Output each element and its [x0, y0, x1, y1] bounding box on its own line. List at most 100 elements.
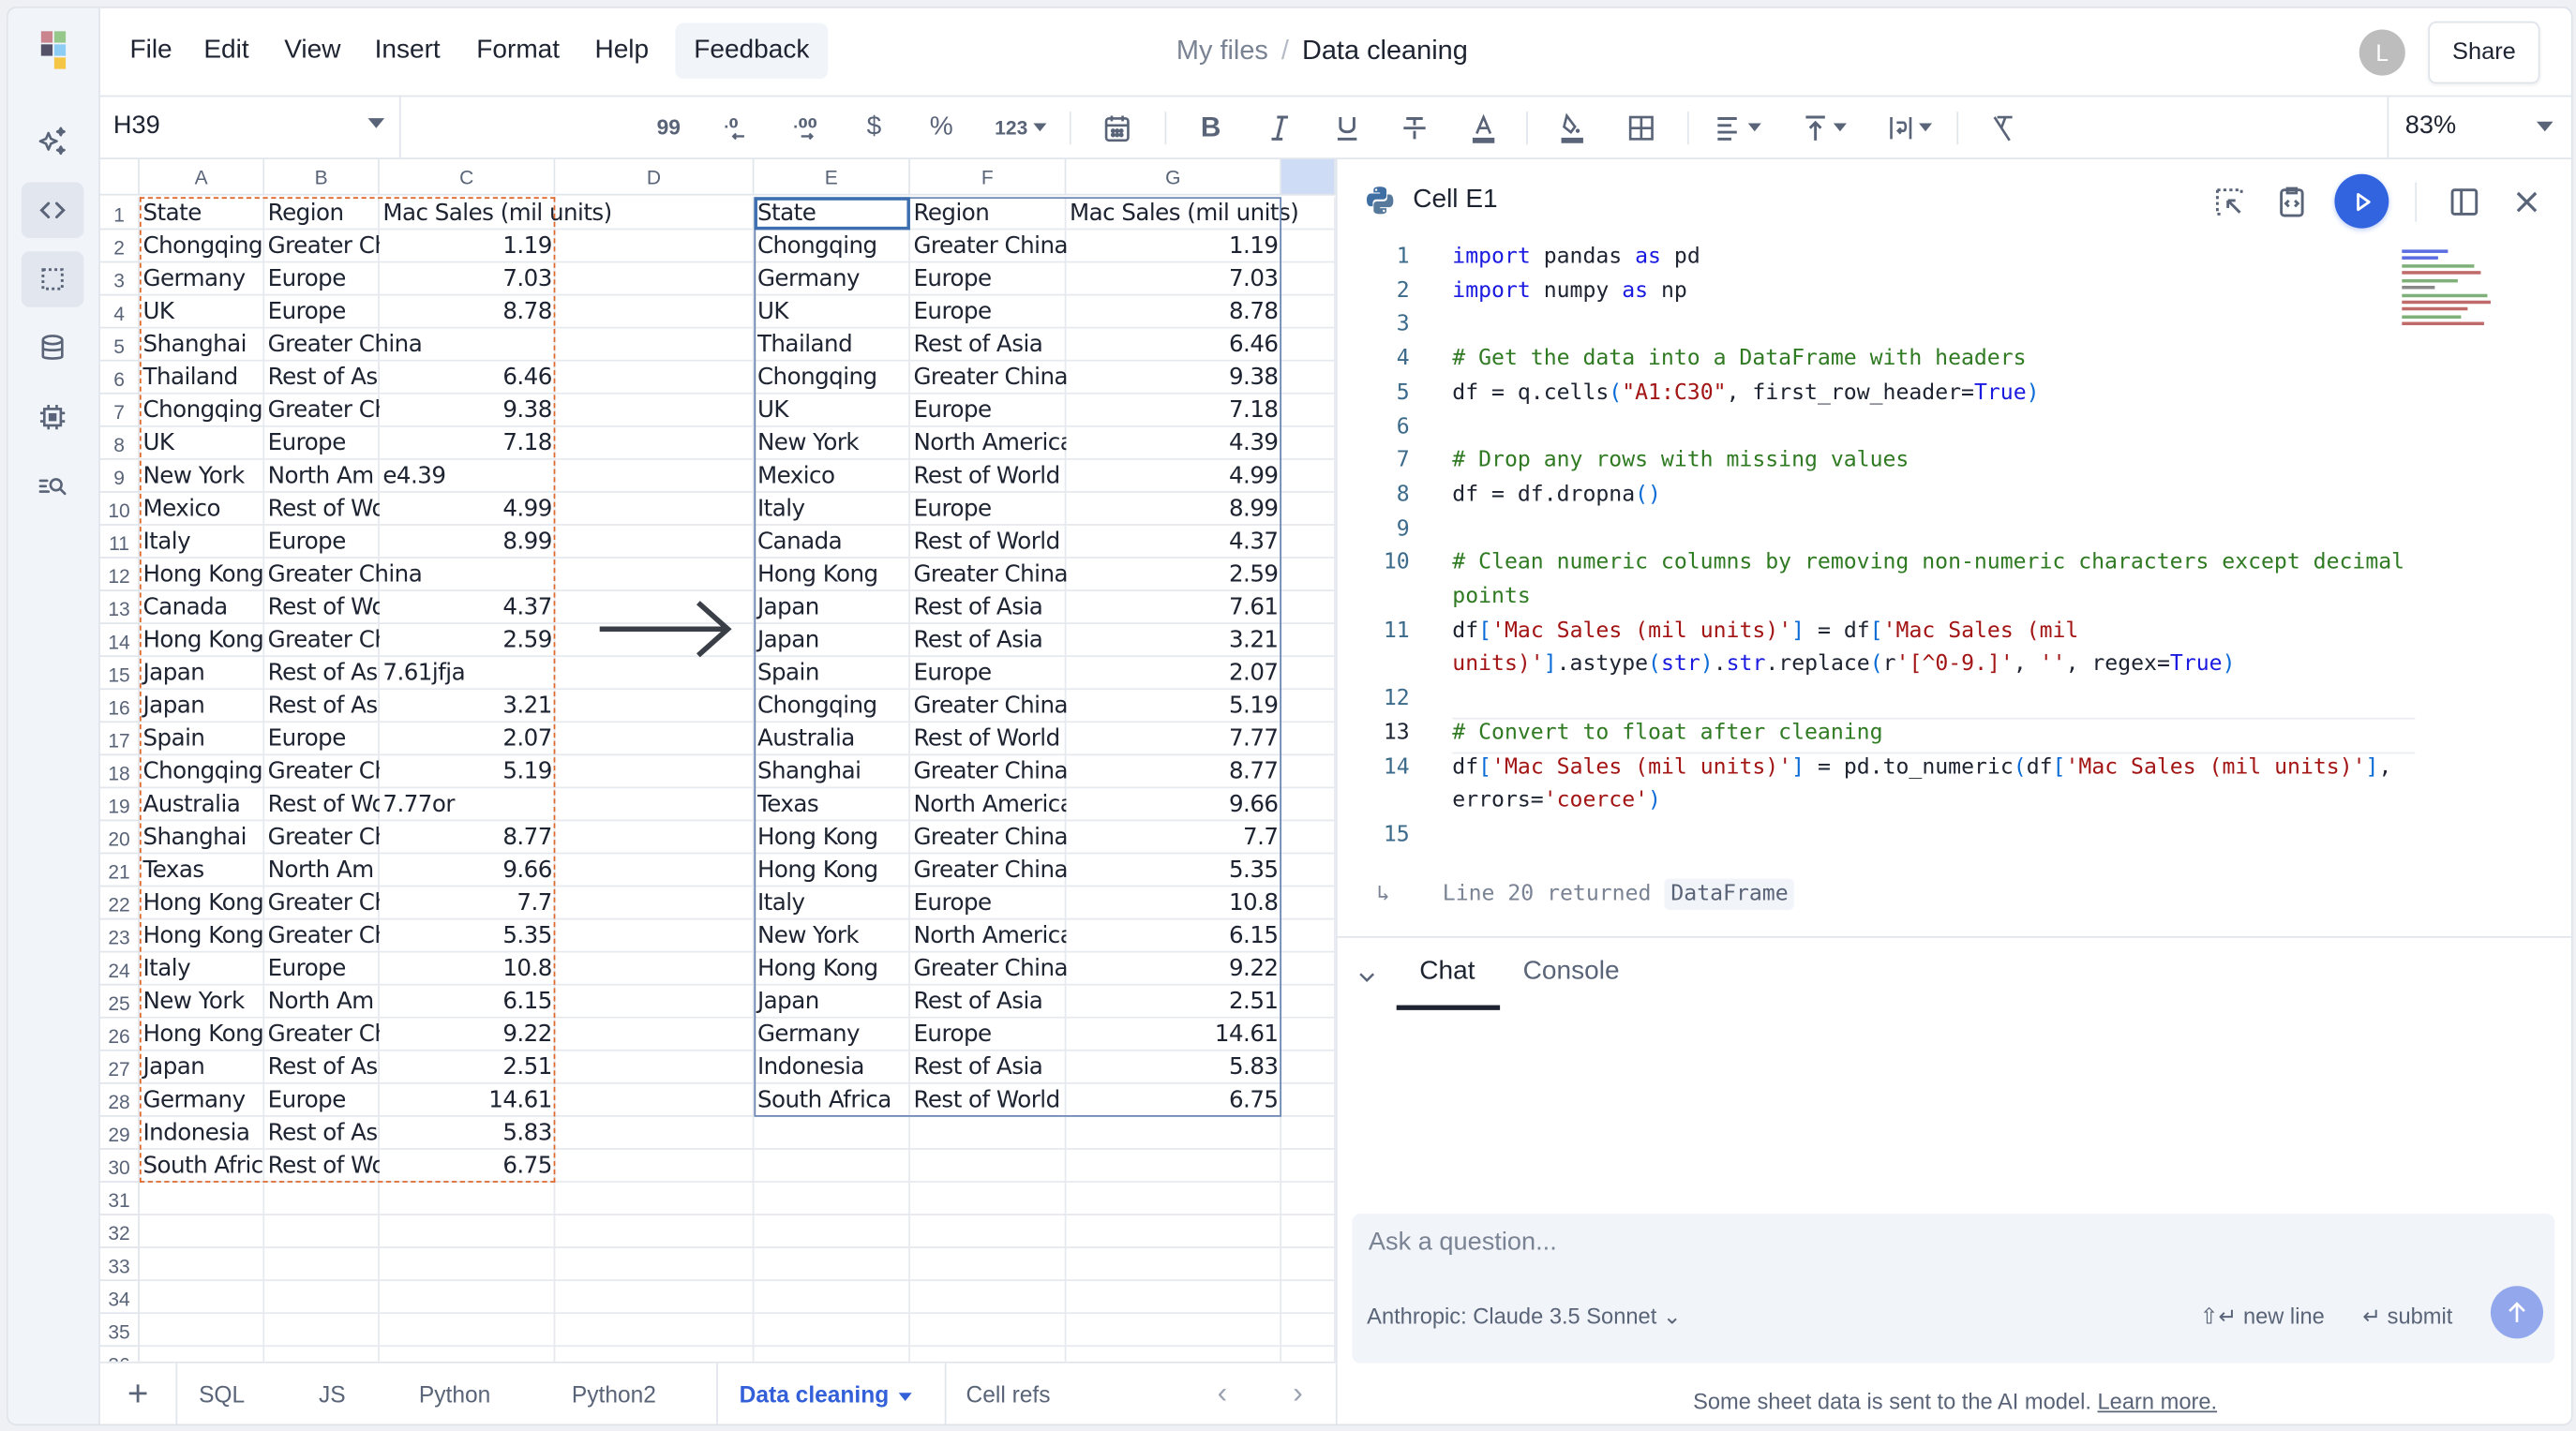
- cell-value[interactable]: Japan: [754, 624, 909, 657]
- cell-value[interactable]: Rest of Asia: [910, 986, 1066, 1019]
- cell-value[interactable]: 8.78: [1066, 295, 1281, 328]
- sheet-tab-python2[interactable]: Python2: [572, 1381, 656, 1408]
- cell-value[interactable]: Rest of Asia: [910, 591, 1066, 624]
- row-header[interactable]: 29: [99, 1116, 140, 1150]
- cell-value[interactable]: Greater Ch: [264, 395, 380, 427]
- code-editor[interactable]: 1 import pandas as pd 2 import numpy as np 3…: [1338, 242, 2416, 854]
- menu-format[interactable]: Format: [476, 33, 560, 69]
- cell[interactable]: [555, 361, 755, 395]
- date-format-button[interactable]: [1096, 107, 1139, 148]
- menu-edit[interactable]: Edit: [203, 33, 248, 69]
- row-header[interactable]: 28: [99, 1083, 140, 1117]
- tab-console[interactable]: Console: [1523, 958, 1620, 988]
- row-header[interactable]: 19: [99, 788, 140, 822]
- cell[interactable]: [754, 1149, 910, 1183]
- sidebar-code-button[interactable]: [21, 182, 84, 239]
- menu-help[interactable]: Help: [594, 33, 649, 69]
- cell-value[interactable]: 9.66: [380, 854, 556, 887]
- row-header[interactable]: 18: [99, 755, 140, 789]
- more-formats-button[interactable]: 123: [987, 107, 1053, 148]
- cell[interactable]: [555, 1083, 755, 1117]
- cell-value[interactable]: Rest of Asi: [264, 657, 380, 690]
- cell[interactable]: [1066, 1347, 1282, 1362]
- currency-format-button[interactable]: $: [856, 107, 892, 148]
- share-button[interactable]: Share: [2428, 21, 2540, 84]
- cell-value[interactable]: Italy: [754, 887, 909, 919]
- sheet-tab-cell-refs[interactable]: Cell refs: [966, 1381, 1051, 1408]
- cell-value[interactable]: Mexico: [754, 460, 909, 493]
- cell[interactable]: [379, 1215, 556, 1248]
- cell-value[interactable]: Chongqing: [754, 690, 909, 723]
- cell-value[interactable]: UK: [140, 295, 264, 328]
- cell-value[interactable]: Rest of Wo: [264, 1150, 380, 1183]
- cell-value[interactable]: Hong Kong: [140, 1019, 264, 1051]
- cell[interactable]: [555, 1247, 755, 1282]
- sidebar-ai-button[interactable]: [22, 113, 84, 170]
- row-header[interactable]: 30: [99, 1149, 140, 1183]
- text-wrap-button[interactable]: [1878, 107, 1937, 148]
- send-button[interactable]: [2490, 1286, 2544, 1339]
- code-line[interactable]: 3: [1338, 309, 2405, 343]
- cell[interactable]: [379, 1247, 556, 1282]
- cell-value[interactable]: Europe: [910, 395, 1066, 427]
- cell-value[interactable]: Mac Sales (mil units): [1066, 197, 1299, 230]
- column-header[interactable]: B: [264, 159, 380, 196]
- cell-value[interactable]: 6.46: [1066, 329, 1281, 362]
- cell-value[interactable]: Greater China: [910, 230, 1066, 262]
- cell-value[interactable]: Spain: [754, 657, 909, 690]
- clear-formatting-button[interactable]: [1983, 107, 2022, 148]
- bold-button[interactable]: B: [1191, 107, 1231, 148]
- cell-value[interactable]: Shanghai: [140, 821, 264, 854]
- cell-value[interactable]: 6.75: [380, 1150, 556, 1183]
- column-header[interactable]: D: [555, 159, 755, 196]
- cell-value[interactable]: 2.07: [380, 723, 556, 755]
- cell-value[interactable]: Rest of Wo: [264, 591, 380, 624]
- cell-value[interactable]: 8.99: [380, 526, 556, 559]
- cell[interactable]: [909, 1314, 1067, 1348]
- cell[interactable]: [1281, 821, 1336, 855]
- cell[interactable]: [555, 1149, 755, 1183]
- cell-value[interactable]: 14.61: [1066, 1019, 1281, 1051]
- cell[interactable]: [555, 328, 755, 362]
- sheet-tab-data-cleaning[interactable]: Data cleaning: [716, 1363, 947, 1424]
- cell-value[interactable]: Greater Ch: [264, 1019, 380, 1051]
- cell-value[interactable]: North America: [910, 427, 1066, 460]
- row-header[interactable]: 35: [99, 1314, 140, 1348]
- column-header[interactable]: [1281, 159, 1336, 196]
- cell[interactable]: [139, 1215, 265, 1248]
- cell-value[interactable]: 5.83: [1066, 1051, 1281, 1084]
- column-header[interactable]: E: [754, 159, 910, 196]
- row-header[interactable]: 8: [99, 426, 140, 460]
- cell-value[interactable]: Hong Kong: [754, 559, 909, 591]
- cell[interactable]: [1281, 1116, 1336, 1150]
- cell-value[interactable]: UK: [140, 427, 264, 460]
- cell-value[interactable]: Europe: [264, 953, 380, 986]
- cell[interactable]: [264, 1215, 380, 1248]
- cell[interactable]: [555, 755, 755, 789]
- cell-value[interactable]: 2.51: [1066, 986, 1281, 1019]
- code-line[interactable]: 8 df = df.dropna(): [1338, 480, 2405, 514]
- cell-value[interactable]: 5.35: [1066, 854, 1281, 887]
- row-header[interactable]: 13: [99, 590, 140, 624]
- cell-value[interactable]: Greater China: [910, 755, 1066, 788]
- cell-value[interactable]: Rest of Asia: [910, 329, 1066, 362]
- row-header[interactable]: 15: [99, 657, 140, 691]
- cell-value[interactable]: 4.39: [1066, 427, 1281, 460]
- cell-value[interactable]: Rest of Asi: [264, 362, 380, 395]
- cell[interactable]: [264, 1347, 380, 1362]
- cell-value[interactable]: Region: [264, 197, 380, 230]
- cell[interactable]: [555, 821, 755, 855]
- sidebar-database-button[interactable]: [22, 320, 84, 377]
- user-avatar[interactable]: L: [2359, 29, 2405, 76]
- cell[interactable]: [1066, 1247, 1282, 1282]
- add-sheet-button[interactable]: +: [100, 1363, 178, 1424]
- code-line[interactable]: 2 import numpy as np: [1338, 276, 2405, 309]
- cell[interactable]: [1281, 492, 1336, 526]
- cell[interactable]: [1281, 295, 1336, 329]
- row-header[interactable]: 24: [99, 952, 140, 986]
- code-line[interactable]: 15: [1338, 819, 2405, 853]
- cell[interactable]: [1281, 1083, 1336, 1117]
- underline-button[interactable]: [1327, 107, 1367, 148]
- cell[interactable]: [1281, 1018, 1336, 1051]
- cell-value[interactable]: Mac Sales (mil units): [380, 197, 612, 230]
